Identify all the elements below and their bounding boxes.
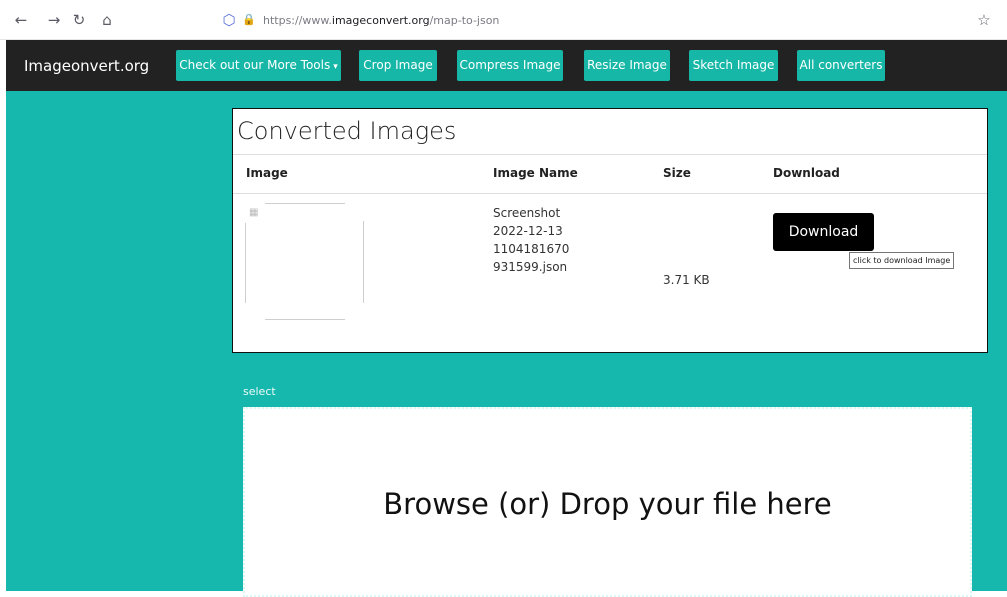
image-name-column-header: Image Name [493,166,578,180]
drop-zone-prompt: Browse (or) Drop your file here [383,487,832,521]
header-top-divider [233,154,987,155]
converted-images-title: Converted Images [237,117,457,145]
brand-logo[interactable]: Imageonvert.org [24,57,149,75]
all-converters-button[interactable]: All converters [797,50,885,81]
more-tools-label: Check out our More Tools [179,58,331,72]
url-host: imageconvert.org [331,14,430,27]
more-tools-dropdown[interactable]: Check out our More Tools ▾ [176,50,341,81]
bookmark-star-icon[interactable]: ☆ [975,11,993,29]
broken-image-icon: ▦ [249,207,259,218]
download-column-header: Download [773,166,840,180]
thumbnail-left-edge [245,223,246,303]
resize-image-button[interactable]: Resize Image [584,50,670,81]
url-path: /map-to-json [429,14,500,27]
shield-icon[interactable]: ⬡ [220,11,238,29]
image-name-line: 2022-12-13 [493,224,563,238]
site-navbar: Imageonvert.org Check out our More Tools… [6,40,1007,91]
reload-icon[interactable]: ↻ [70,11,88,29]
size-column-header: Size [663,166,691,180]
image-name-line: Screenshot [493,206,561,220]
image-name-cell: Screenshot 2022-12-13 1104181670 931599.… [493,204,613,276]
home-icon[interactable]: ⌂ [98,11,116,29]
caret-down-icon: ▾ [333,62,338,72]
image-column-header: Image [246,166,288,180]
lock-icon[interactable]: 🔒 [240,11,258,29]
compress-image-button[interactable]: Compress Image [457,50,563,81]
download-tooltip: click to download Image [849,252,955,269]
image-thumbnail: ▦ [245,203,365,321]
forward-icon[interactable]: → [45,11,63,29]
browser-toolbar: ← → ↻ ⌂ ⬡ 🔒 https://www.imageconvert.org… [0,0,1007,40]
url-prefix: https://www. [263,14,332,27]
image-name-line: 1104181670 [493,242,570,256]
image-name-line: 931599.json [493,260,568,274]
file-drop-zone[interactable]: Browse (or) Drop your file here [243,407,972,597]
thumbnail-top-edge [265,203,345,204]
converted-images-panel: Converted Images Image Image Name Size D… [232,108,988,353]
select-label: select [243,385,276,398]
address-bar[interactable]: ⬡ 🔒 https://www.imageconvert.org/map-to-… [215,10,975,32]
sketch-image-button[interactable]: Sketch Image [689,50,778,81]
thumbnail-right-edge [363,221,364,303]
header-bottom-divider [233,193,987,194]
crop-image-button[interactable]: Crop Image [359,50,437,81]
download-button[interactable]: Download [773,213,874,251]
back-icon[interactable]: ← [12,11,30,29]
file-size: 3.71 KB [663,273,710,287]
url-text[interactable]: https://www.imageconvert.org/map-to-json [263,14,499,27]
thumbnail-bottom-edge [265,319,345,320]
main-area: Converted Images Image Image Name Size D… [6,91,1007,597]
